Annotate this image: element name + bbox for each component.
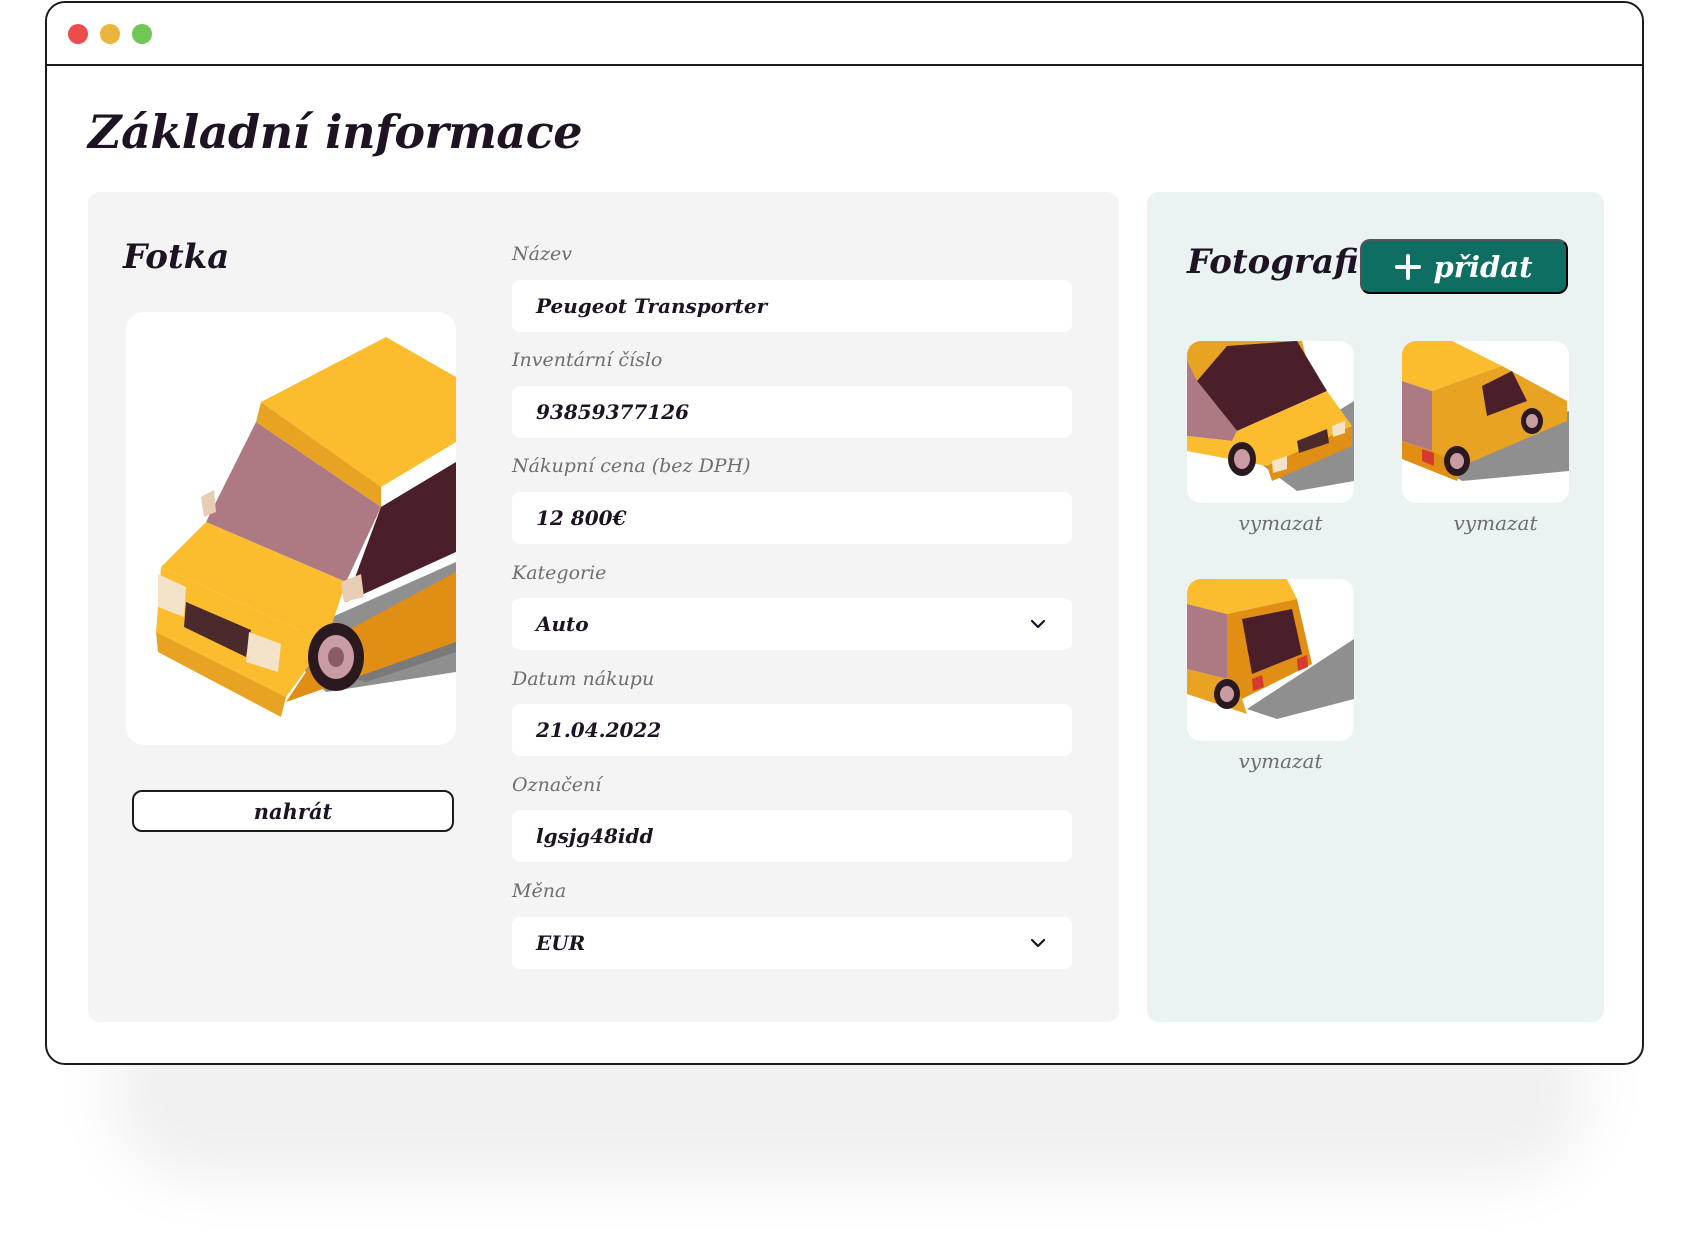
delete-photo-link[interactable]: vymazat [1197, 511, 1364, 535]
purchase-date-label: Datum nákupu [512, 668, 655, 690]
purchase-date-input[interactable]: 21.04.2022 [512, 704, 1072, 756]
purchase-price-label: Nákupní cena (bez DPH) [512, 455, 751, 477]
currency-value: EUR [536, 931, 586, 955]
gallery-thumbnail[interactable] [1187, 341, 1354, 503]
inventory-number-label: Inventární číslo [512, 349, 663, 371]
gallery-thumbnail[interactable] [1187, 579, 1354, 741]
name-label: Název [512, 243, 572, 265]
close-window-button[interactable] [68, 24, 88, 44]
maximize-window-button[interactable] [132, 24, 152, 44]
upload-photo-button[interactable]: nahrát [132, 790, 454, 832]
photo-section-title: Fotka [123, 237, 230, 277]
purchase-price-value: 12 800€ [536, 506, 627, 530]
add-photo-button[interactable]: přidat [1360, 239, 1568, 294]
basic-info-panel: Fotka nahrát Název Peugeot Transporter I… [88, 192, 1119, 1022]
add-photo-label: přidat [1433, 249, 1533, 284]
car-front-thumbnail [1187, 341, 1354, 491]
gallery-title: Fotografie [1187, 242, 1381, 282]
gallery-thumbnail[interactable] [1402, 341, 1569, 503]
car-rear-thumbnail [1187, 579, 1354, 719]
designation-label: Označení [512, 774, 602, 796]
designation-input[interactable]: lgsjg48idd [512, 810, 1072, 862]
car-illustration [156, 337, 456, 717]
category-label: Kategorie [512, 562, 607, 584]
chevron-down-icon [1028, 614, 1048, 634]
purchase-date-value: 21.04.2022 [536, 718, 662, 742]
currency-select[interactable]: EUR [512, 917, 1072, 969]
designation-value: lgsjg48idd [536, 824, 654, 848]
app-window: Základní informace Fotka nahrát Název Pe… [45, 1, 1644, 1065]
delete-photo-link[interactable]: vymazat [1197, 749, 1364, 773]
gallery-panel: Fotografie přidat vymazat vymazat vymaza… [1147, 192, 1604, 1022]
car-rear-side-thumbnail [1402, 341, 1569, 481]
name-input[interactable]: Peugeot Transporter [512, 280, 1072, 332]
inventory-number-value: 93859377126 [536, 400, 690, 424]
inventory-number-input[interactable]: 93859377126 [512, 386, 1072, 438]
plus-icon [1395, 253, 1422, 280]
page-title: Základní informace [88, 105, 583, 159]
delete-photo-link[interactable]: vymazat [1412, 511, 1579, 535]
purchase-price-input[interactable]: 12 800€ [512, 492, 1072, 544]
currency-label: Měna [512, 880, 567, 902]
title-bar [47, 3, 1642, 66]
minimize-window-button[interactable] [100, 24, 120, 44]
name-value: Peugeot Transporter [536, 294, 768, 318]
chevron-down-icon [1028, 933, 1048, 953]
category-select[interactable]: Auto [512, 598, 1072, 650]
main-photo [126, 312, 456, 745]
category-value: Auto [536, 612, 589, 636]
